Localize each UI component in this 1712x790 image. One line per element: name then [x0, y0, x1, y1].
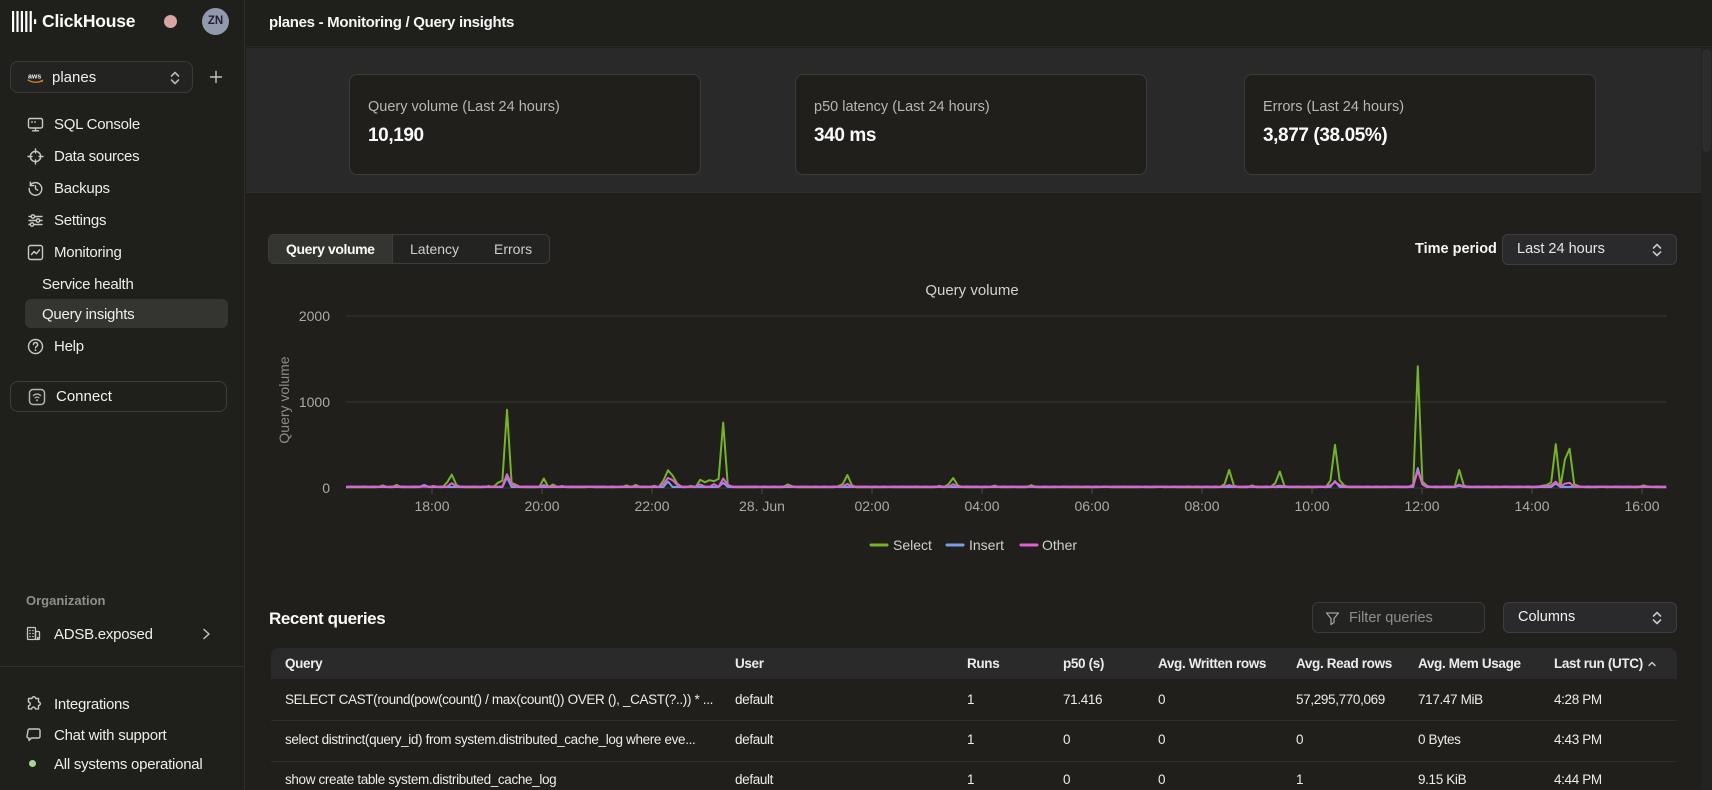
- svg-text:10:00: 10:00: [1294, 498, 1329, 514]
- svg-text:02:00: 02:00: [854, 498, 889, 514]
- svg-text:1000: 1000: [299, 394, 330, 410]
- svg-text:Query volume: Query volume: [925, 282, 1018, 299]
- svg-text:06:00: 06:00: [1074, 498, 1109, 514]
- svg-text:0: 0: [322, 480, 330, 496]
- svg-text:Insert: Insert: [969, 537, 1004, 553]
- svg-text:Select: Select: [893, 537, 932, 553]
- svg-text:22:00: 22:00: [634, 498, 669, 514]
- svg-text:2000: 2000: [299, 308, 330, 324]
- svg-text:16:00: 16:00: [1624, 498, 1659, 514]
- svg-text:Query volume: Query volume: [276, 356, 292, 443]
- svg-text:28. Jun: 28. Jun: [739, 498, 785, 514]
- svg-text:12:00: 12:00: [1404, 498, 1439, 514]
- svg-text:20:00: 20:00: [524, 498, 559, 514]
- svg-text:aws: aws: [28, 74, 41, 81]
- svg-text:18:00: 18:00: [414, 498, 449, 514]
- svg-text:14:00: 14:00: [1514, 498, 1549, 514]
- svg-text:04:00: 04:00: [964, 498, 999, 514]
- svg-text:Other: Other: [1042, 537, 1077, 553]
- svg-text:08:00: 08:00: [1184, 498, 1219, 514]
